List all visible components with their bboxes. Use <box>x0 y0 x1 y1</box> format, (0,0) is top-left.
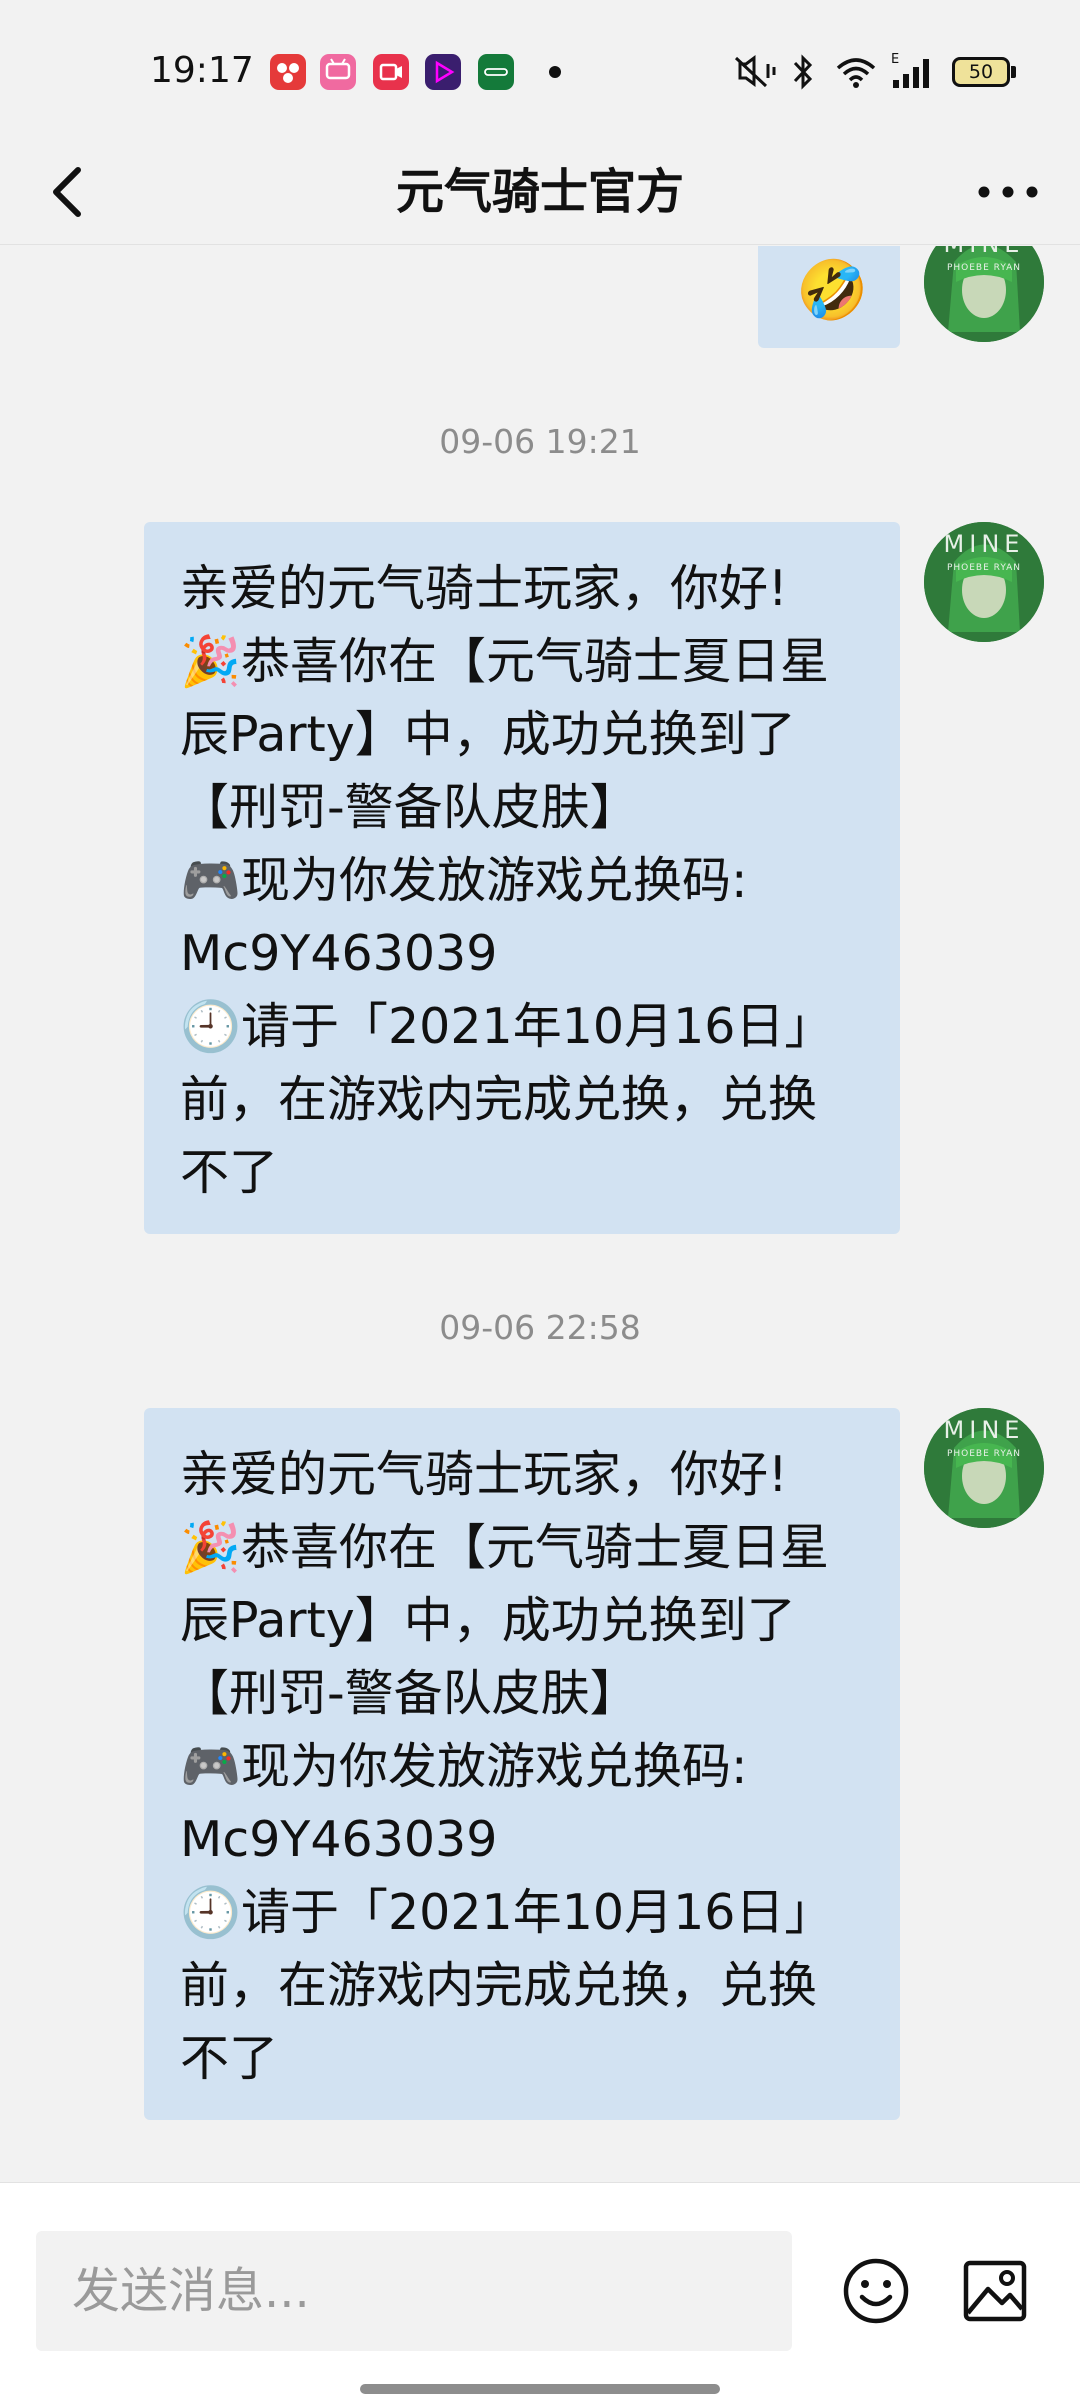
svg-text:PHOEBE RYAN: PHOEBE RYAN <box>947 563 1021 573</box>
status-time: 19:17 <box>150 50 254 91</box>
app-notification-icon <box>270 54 306 90</box>
timestamp: 09-06 22:58 <box>439 1308 641 1347</box>
svg-text:MINE: MINE <box>944 1416 1025 1444</box>
svg-text:MINE: MINE <box>944 530 1025 558</box>
message-line: Mc9Y463039 <box>180 925 498 982</box>
avatar-lettering: MINE <box>944 246 1025 258</box>
svg-text:E: E <box>891 52 899 67</box>
bluetooth-icon <box>793 54 813 90</box>
message-line: 前，在游戏内完成兑换，兑换 <box>180 1071 818 1128</box>
message-line: 🎉恭喜你在【元气骑士夏日星 <box>180 633 830 690</box>
message-line: 🎉恭喜你在【元气骑士夏日星 <box>180 1519 830 1576</box>
image-icon <box>963 2260 1027 2322</box>
chevron-left-icon <box>53 167 81 217</box>
message-line: 不了 <box>180 1144 279 1201</box>
timestamp: 09-06 19:21 <box>439 422 641 461</box>
signal-icon: E <box>891 52 929 88</box>
image-button[interactable] <box>962 2259 1028 2323</box>
message-bubble[interactable]: 亲爱的元气骑士玩家，你好! 🎉恭喜你在【元气骑士夏日星 辰Party】中，成功兑… <box>144 1408 900 2120</box>
message-line: 前，在游戏内完成兑换，兑换 <box>180 1957 818 2014</box>
bilibili-icon <box>320 54 356 90</box>
message-input-bar <box>0 2182 1080 2400</box>
battery-indicator: 50 <box>952 57 1010 87</box>
battery-tip <box>1011 66 1016 78</box>
message-line: 不了 <box>180 2030 279 2087</box>
media-player-icon <box>425 54 461 90</box>
video-app-icon <box>373 54 409 90</box>
message-line: 🕘请于「2021年10月16日」 <box>180 998 834 1055</box>
message-line: 【刑罚-警备队皮肤】 <box>180 779 639 836</box>
oppo-app-icon <box>478 54 514 90</box>
svg-text:PHOEBE RYAN: PHOEBE RYAN <box>947 1449 1021 1459</box>
message-bubble-emoji[interactable]: 🤣 <box>758 246 900 348</box>
message-input[interactable] <box>36 2231 792 2351</box>
avatar[interactable]: MINE PHOEBE RYAN <box>924 1408 1044 1528</box>
message-line: 亲爱的元气骑士玩家，你好! <box>180 1446 788 1503</box>
wifi-icon <box>836 58 876 88</box>
svg-text:PHOEBE RYAN: PHOEBE RYAN <box>947 263 1021 273</box>
back-button[interactable] <box>40 150 120 235</box>
smiley-icon <box>843 2258 909 2324</box>
message-line: 🎮现为你发放游戏兑换码: <box>180 852 748 909</box>
message-line: 辰Party】中，成功兑换到了 <box>180 706 796 763</box>
message-line: 🎮现为你发放游戏兑换码: <box>180 1738 748 1795</box>
chat-header: 元气骑士官方 <box>0 140 1080 245</box>
message-line: Mc9Y463039 <box>180 1811 498 1868</box>
message-line: 亲爱的元气骑士玩家，你好! <box>180 560 788 617</box>
avatar[interactable]: MINE PHOEBE RYAN <box>924 246 1044 342</box>
message-line: 辰Party】中，成功兑换到了 <box>180 1592 796 1649</box>
message-bubble[interactable]: 亲爱的元气骑士玩家，你好! 🎉恭喜你在【元气骑士夏日星 辰Party】中，成功兑… <box>144 522 900 1234</box>
home-indicator[interactable] <box>360 2384 720 2394</box>
emoji-message: 🤣 <box>796 256 869 324</box>
message-line: 🕘请于「2021年10月16日」 <box>180 1884 834 1941</box>
chat-area[interactable]: 🤣 MINE PHOEBE RYAN 09-06 19:21 MINE PHOE… <box>0 246 1080 2182</box>
more-dots-icon <box>978 186 1038 198</box>
notification-dot <box>549 66 561 78</box>
emoji-button[interactable] <box>842 2257 910 2325</box>
message-line: 【刑罚-警备队皮肤】 <box>180 1665 639 1722</box>
avatar[interactable]: MINE PHOEBE RYAN <box>924 522 1044 642</box>
page-title: 元气骑士官方 <box>395 164 684 220</box>
status-bar: 19:17 E 50 <box>0 0 1080 140</box>
mute-vibrate-icon <box>734 55 776 88</box>
more-options-button[interactable] <box>972 170 1044 215</box>
